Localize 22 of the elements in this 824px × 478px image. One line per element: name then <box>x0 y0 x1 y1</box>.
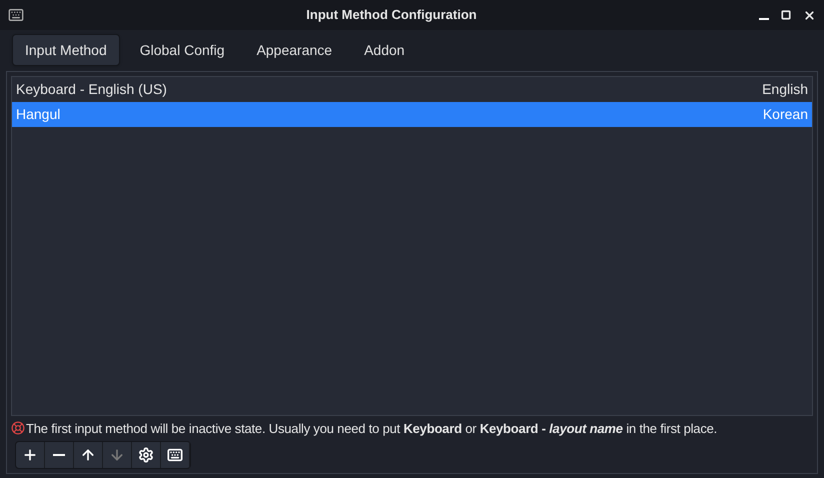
help-icon <box>11 421 25 436</box>
language-label: Korean <box>762 105 808 124</box>
list-item[interactable]: Hangul Korean <box>12 102 812 127</box>
tab[interactable]: Global Config <box>128 34 237 66</box>
maximize-button[interactable] <box>781 10 791 20</box>
keyboard-icon <box>8 7 24 23</box>
input-method-name: Hangul <box>16 105 60 124</box>
close-button[interactable] <box>803 8 816 22</box>
add-icon <box>22 447 38 463</box>
list-item[interactable]: Keyboard - English (US) English <box>12 77 812 102</box>
keyboard-icon <box>167 447 183 463</box>
tab[interactable]: Input Method <box>12 34 120 66</box>
up-arrow-icon <box>80 447 96 463</box>
down-arrow-icon <box>109 447 125 463</box>
tab[interactable]: Appearance <box>244 34 344 66</box>
language-label: English <box>762 80 808 99</box>
note-text: The first input method will be inactive state. Usually you need to put Keyboard or Keyboard - layout name in the first place. <box>26 420 718 438</box>
window-title: Input Method Configuration <box>305 6 478 24</box>
settings-icon <box>138 447 154 463</box>
input-method-name: Keyboard - English (US) <box>16 80 167 99</box>
tab[interactable]: Addon <box>352 34 417 66</box>
remove-icon <box>53 454 65 456</box>
